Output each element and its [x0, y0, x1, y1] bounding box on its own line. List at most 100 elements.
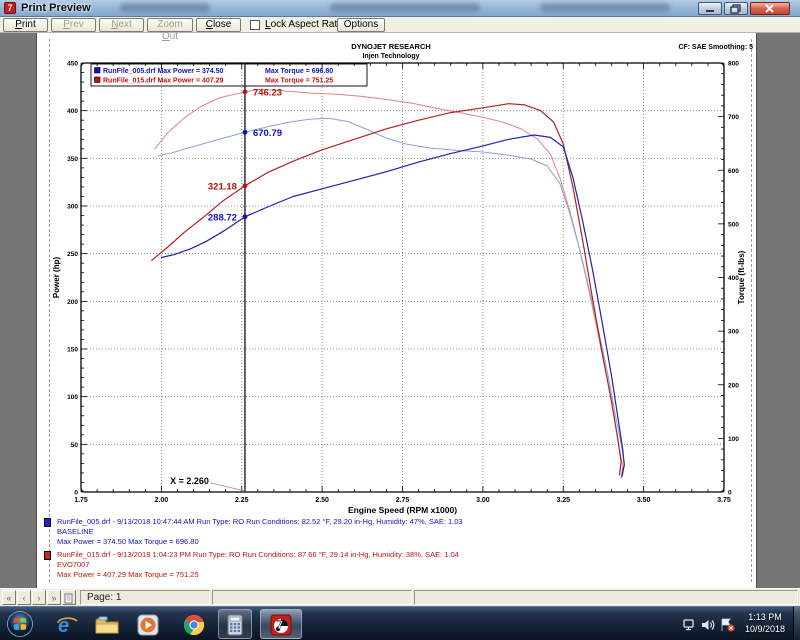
x-tick-label: 3.25 — [556, 497, 570, 504]
next-page-button[interactable]: Next — [99, 18, 144, 32]
x-axis-title: Engine Speed (RPM x1000) — [348, 505, 457, 515]
show-desktop-button[interactable] — [793, 607, 800, 640]
cursor-value-torque_005: 670.79 — [253, 128, 282, 139]
titlebar-smudge — [120, 3, 210, 12]
run-color-swatch-blue — [44, 518, 51, 527]
preview-background: DYNOJET RESEARCH Injen Technology CF: SAE … — [0, 33, 800, 588]
last-page-button[interactable]: » — [47, 590, 61, 605]
status-panel — [212, 590, 412, 605]
page-setup-button[interactable] — [62, 590, 76, 605]
dynojet-icon: 7 — [270, 614, 292, 636]
next-page-nav-button[interactable]: › — [32, 590, 46, 605]
action-center-flag-icon — [721, 618, 735, 632]
explorer-folder-icon[interactable] — [94, 614, 120, 636]
options-button[interactable]: Options — [337, 18, 385, 32]
network-icon — [683, 619, 694, 631]
torque-tick-label: 300 — [728, 329, 739, 336]
cursor-value-power_015: 321.18 — [208, 181, 237, 192]
lock-aspect-ratio-checkbox[interactable] — [250, 20, 260, 30]
cursor-label-pointer — [210, 482, 246, 492]
prev-page-nav-button[interactable]: ‹ — [17, 590, 31, 605]
run-info-line: EVO7007 — [57, 560, 90, 569]
power-tick-label: 200 — [67, 299, 78, 306]
page-number-panel: Page: 1 — [80, 590, 210, 605]
run-info-line: BASELINE — [57, 527, 94, 536]
svg-text:RunFile_005.drf Max Power = 37: RunFile_005.drf Max Power = 374.50 — [103, 68, 224, 75]
power-tick-label: 150 — [67, 347, 78, 354]
run-info-footer: RunFile_005.drf - 9/13/2018 10:47:44 AM … — [44, 517, 463, 583]
cursor-x-label: X = 2.260 — [170, 476, 209, 486]
restore-button[interactable] — [724, 2, 748, 15]
torque-tick-label: 700 — [728, 114, 739, 121]
power-axis-title: Power (hp) — [52, 257, 61, 299]
chart-subtitle: Injen Technology — [362, 53, 419, 60]
close-button[interactable] — [750, 2, 790, 15]
torque-tick-label: 0 — [728, 490, 732, 497]
status-panel — [414, 590, 798, 605]
power-tick-label: 400 — [67, 108, 78, 115]
close-preview-button[interactable]: Close — [196, 18, 241, 32]
torque-tick-label: 100 — [728, 436, 739, 443]
internet-explorer-icon[interactable]: e — [56, 614, 78, 637]
x-tick-label: 3.50 — [637, 497, 651, 504]
power-tick-label: 350 — [67, 156, 78, 163]
chrome-icon[interactable] — [183, 614, 205, 636]
cursor-marker-power_015 — [242, 183, 248, 189]
minimize-button[interactable] — [698, 2, 722, 15]
x-tick-label: 3.00 — [476, 497, 490, 504]
dyno-chart: DYNOJET RESEARCH Injen Technology CF: SAE … — [52, 42, 753, 515]
svg-text:7: 7 — [277, 618, 284, 632]
curve-torque_015 — [154, 88, 624, 480]
svg-text:Max Torque = 751.25: Max Torque = 751.25 — [265, 78, 333, 85]
x-tick-label: 2.75 — [396, 497, 410, 504]
prev-page-button[interactable]: Prev — [51, 18, 96, 32]
titlebar-smudge — [540, 3, 670, 12]
curve-power_015 — [151, 103, 622, 476]
run-info-baseline: RunFile_005.drf - 9/13/2018 10:47:44 AM … — [44, 517, 463, 547]
run-color-swatch-red — [44, 551, 51, 560]
power-tick-label: 300 — [67, 204, 78, 211]
zoom-out-button[interactable]: Zoom Out — [147, 18, 193, 42]
start-button[interactable] — [7, 611, 33, 637]
run-info-evo7007: RunFile_015.drf - 9/13/2018 1:04:23 PM R… — [44, 550, 463, 580]
calculator-taskbar-button[interactable] — [218, 609, 252, 639]
power-tick-label: 250 — [67, 251, 78, 258]
svg-text:Max Torque = 696.80: Max Torque = 696.80 — [265, 68, 333, 75]
dynojet-taskbar-button[interactable]: 7 — [260, 609, 302, 639]
cursor-value-torque_015: 746.23 — [253, 87, 282, 98]
x-tick-label: 3.75 — [717, 497, 731, 504]
torque-tick-label: 500 — [728, 221, 739, 228]
run-info-line: RunFile_005.drf - 9/13/2018 10:47:44 AM … — [57, 517, 463, 526]
first-page-button[interactable]: « — [2, 590, 16, 605]
window-title-bar[interactable]: 7 Print Preview — [0, 0, 800, 17]
cursor-value-power_005: 288.72 — [208, 212, 237, 223]
torque-axis-title: Torque (ft-lbs) — [737, 250, 746, 304]
app-icon: 7 — [4, 2, 16, 14]
curve-torque_005 — [157, 117, 625, 476]
titlebar-smudge — [330, 3, 480, 12]
print-preview-toolbar: Print Prev Next Zoom Out Close Lock Aspe… — [0, 17, 800, 42]
taskbar: e 7 1:13 PM 10/9/2018 — [0, 606, 800, 640]
chart-correction-note: CF: SAE Smoothing: 5 — [678, 44, 753, 51]
lock-aspect-ratio-label[interactable]: Lock Aspect Ratio — [265, 19, 345, 30]
svg-text:RunFile_015.drf Max Power = 40: RunFile_015.drf Max Power = 407.29 — [103, 78, 224, 85]
chart-legend: RunFile_005.drf Max Power = 374.50 Max To… — [90, 63, 368, 87]
x-tick-label: 2.00 — [155, 497, 169, 504]
clock-time: 1:13 PM — [748, 612, 782, 622]
x-tick-label: 2.50 — [315, 497, 329, 504]
window-title: Print Preview — [21, 2, 91, 14]
taskbar-clock[interactable]: 1:13 PM 10/9/2018 — [738, 611, 792, 635]
x-tick-label: 2.25 — [235, 497, 249, 504]
cursor-marker-torque_015 — [242, 89, 248, 95]
power-tick-label: 450 — [67, 61, 78, 68]
volume-icon — [702, 620, 715, 630]
print-button[interactable]: Print — [3, 18, 48, 32]
calculator-icon — [224, 614, 246, 636]
media-player-icon[interactable] — [137, 614, 159, 636]
torque-tick-label: 800 — [728, 61, 739, 68]
torque-tick-label: 200 — [728, 382, 739, 389]
run-info-line: RunFile_015.drf - 9/13/2018 1:04:23 PM R… — [57, 550, 459, 559]
torque-tick-label: 600 — [728, 168, 739, 175]
clock-date: 10/9/2018 — [744, 624, 786, 634]
run-info-line: Max Power = 374.50 Max Torque = 696.80 — [57, 537, 199, 546]
